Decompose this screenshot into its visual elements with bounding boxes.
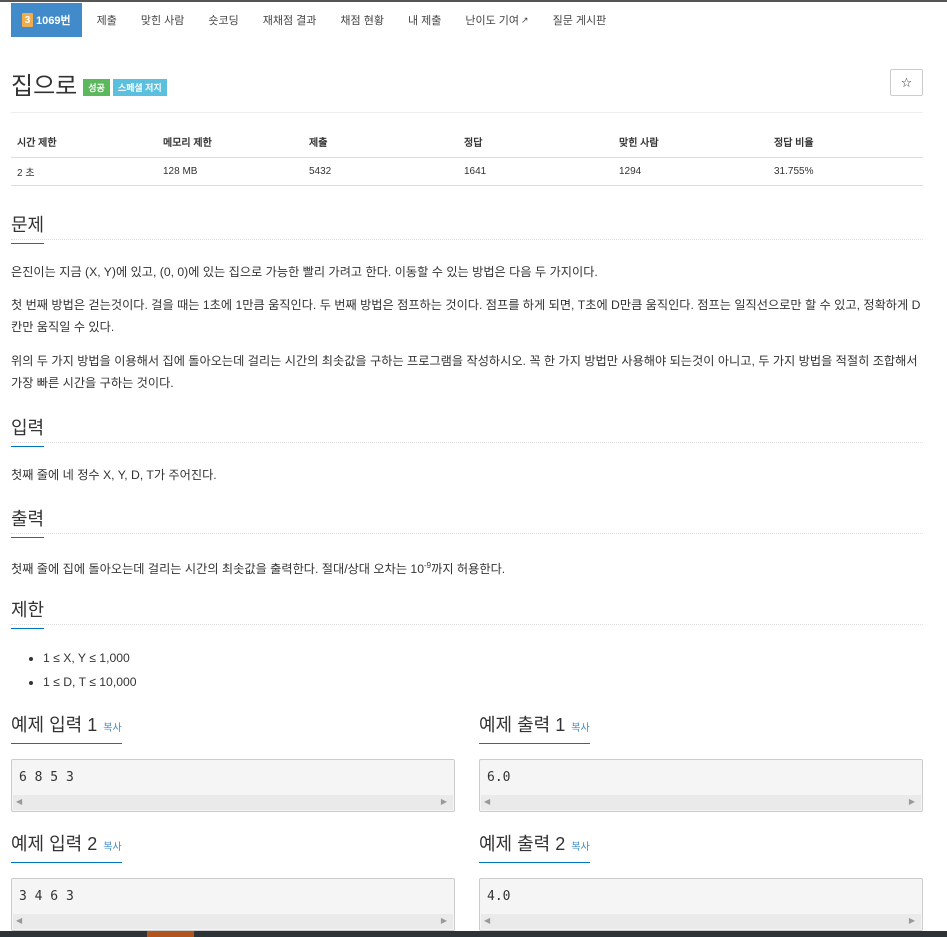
star-button[interactable]: ☆ [890, 69, 923, 96]
output-text-before: 첫째 줄에 집에 돌아오는데 걸리는 시간의 최솟값을 출력한다. 절대/상대 … [11, 562, 424, 577]
example-input-1-code: 6 8 5 3 [19, 770, 74, 785]
scroll-left-icon[interactable]: ◀ [484, 797, 490, 806]
output-text-after: 까지 허용한다. [431, 562, 506, 577]
nav-difficulty-label: 난이도 기여 [465, 15, 520, 27]
description-paragraph-1: 은진이는 지금 (X, Y)에 있고, (0, 0)에 있는 집으로 가능한 빨… [11, 265, 598, 279]
value-submissions: 5432 [303, 157, 458, 186]
scroll-left-icon[interactable]: ◀ [484, 916, 490, 925]
example-input-2-title-wrap: 예제 입력 2 복사 [11, 830, 122, 863]
scroll-left-icon[interactable]: ◀ [16, 797, 22, 806]
example-output-2-title: 예제 출력 2 [479, 834, 566, 854]
scroll-left-icon[interactable]: ◀ [16, 916, 22, 925]
taskbar [0, 931, 947, 937]
example-output-1-code: 6.0 [487, 770, 511, 785]
example-input-2-code: 3 4 6 3 [19, 889, 74, 904]
example-output-1-box[interactable]: 6.0 ◀ ▶ [479, 759, 923, 812]
tier-badge: 3 [22, 13, 33, 27]
nav-solved-users[interactable]: 맞힌 사람 [129, 3, 197, 37]
status-badge-success: 성공 [83, 79, 110, 96]
example-input-1-header: 예제 입력 1 복사 [11, 711, 122, 744]
header-accept-ratio: 정답 비율 [768, 127, 923, 158]
example-output-2-title-wrap: 예제 출력 2 복사 [479, 830, 590, 863]
example-output-1-title: 예제 출력 1 [479, 715, 566, 735]
section-input-divider [11, 442, 923, 443]
example-input-2-title: 예제 입력 2 [11, 834, 98, 854]
example-output-2-header: 예제 출력 2 복사 [479, 830, 590, 863]
nav-rejudge-results[interactable]: 재채점 결과 [251, 3, 329, 37]
section-description-divider [11, 239, 923, 240]
copy-example-output-2-button[interactable]: 복사 [571, 842, 589, 853]
limits-list: 1 ≤ X, Y ≤ 1,000 1 ≤ D, T ≤ 10,000 [25, 646, 137, 694]
nav-my-submissions[interactable]: 내 제출 [396, 3, 453, 37]
value-memory-limit: 128 MB [157, 157, 303, 186]
value-time-limit: 2 초 [11, 157, 157, 186]
horizontal-scrollbar[interactable]: ◀ ▶ [13, 795, 453, 810]
header-time-limit: 시간 제한 [11, 127, 157, 158]
problem-nav: 3 1069번 제출 맞힌 사람 숏코딩 재채점 결과 채점 현황 내 제출 난… [11, 3, 618, 37]
problem-title-row: 집으로 성공 스페셜 저지 [11, 66, 167, 101]
scroll-right-icon[interactable]: ▶ [909, 797, 915, 806]
example-input-1-title-wrap: 예제 입력 1 복사 [11, 711, 122, 744]
example-input-1-box[interactable]: 6 8 5 3 ◀ ▶ [11, 759, 455, 812]
header-solved-users: 맞힌 사람 [613, 127, 768, 158]
nav-problem-number[interactable]: 3 1069번 [11, 3, 82, 37]
example-output-2-code: 4.0 [487, 889, 511, 904]
external-link-icon: ↗ [521, 14, 529, 25]
star-icon: ☆ [900, 74, 913, 90]
info-value-row: 2 초 128 MB 5432 1641 1294 31.755% [11, 157, 923, 186]
status-badge-special-judge: 스페셜 저지 [112, 79, 167, 96]
problem-title: 집으로 [11, 73, 78, 100]
nav-difficulty-contribution[interactable]: 난이도 기여 ↗ [453, 3, 540, 37]
taskbar-active-item[interactable] [147, 931, 194, 937]
limit-item: 1 ≤ D, T ≤ 10,000 [43, 670, 137, 694]
copy-example-input-2-button[interactable]: 복사 [103, 842, 121, 853]
scroll-right-icon[interactable]: ▶ [441, 797, 447, 806]
header-memory-limit: 메모리 제한 [157, 127, 303, 158]
input-description: 첫째 줄에 네 정수 X, Y, D, T가 주어진다. [11, 468, 217, 482]
value-solved-users: 1294 [613, 157, 768, 186]
example-output-1-header: 예제 출력 1 복사 [479, 711, 590, 744]
title-divider [11, 112, 923, 113]
top-border [0, 0, 947, 2]
limit-item: 1 ≤ X, Y ≤ 1,000 [43, 646, 137, 670]
section-output-divider [11, 533, 923, 534]
example-input-2-box[interactable]: 3 4 6 3 ◀ ▶ [11, 878, 455, 931]
scroll-right-icon[interactable]: ▶ [441, 916, 447, 925]
problem-info-table: 시간 제한 메모리 제한 제출 정답 맞힌 사람 정답 비율 2 초 128 M… [11, 127, 923, 186]
scroll-right-icon[interactable]: ▶ [909, 916, 915, 925]
nav-short-coding[interactable]: 숏코딩 [196, 3, 250, 37]
horizontal-scrollbar[interactable]: ◀ ▶ [481, 914, 921, 929]
problem-number: 1069번 [36, 15, 71, 27]
horizontal-scrollbar[interactable]: ◀ ▶ [481, 795, 921, 810]
copy-example-output-1-button[interactable]: 복사 [571, 723, 589, 734]
example-input-2-header: 예제 입력 2 복사 [11, 830, 122, 863]
nav-submit[interactable]: 제출 [85, 3, 129, 37]
section-limits-divider [11, 624, 923, 625]
nav-status[interactable]: 채점 현황 [328, 3, 396, 37]
example-input-1-title: 예제 입력 1 [11, 715, 98, 735]
info-header-row: 시간 제한 메모리 제한 제출 정답 맞힌 사람 정답 비율 [11, 127, 923, 158]
example-output-2-box[interactable]: 4.0 ◀ ▶ [479, 878, 923, 931]
header-accepted: 정답 [458, 127, 613, 158]
description-paragraph-2: 첫 번째 방법은 걷는것이다. 걸을 때는 1초에 1만큼 움직인다. 두 번째… [11, 298, 921, 334]
output-description: 첫째 줄에 집에 돌아오는데 걸리는 시간의 최솟값을 출력한다. 절대/상대 … [11, 555, 923, 580]
description-paragraph-3: 위의 두 가지 방법을 이용해서 집에 돌아오는데 걸리는 시간의 최솟값을 구… [11, 354, 918, 390]
value-accepted: 1641 [458, 157, 613, 186]
copy-example-input-1-button[interactable]: 복사 [103, 723, 121, 734]
value-accept-ratio: 31.755% [768, 157, 923, 186]
example-output-1-title-wrap: 예제 출력 1 복사 [479, 711, 590, 744]
header-submissions: 제출 [303, 127, 458, 158]
horizontal-scrollbar[interactable]: ◀ ▶ [13, 914, 453, 929]
nav-question-board[interactable]: 질문 게시판 [541, 3, 619, 37]
